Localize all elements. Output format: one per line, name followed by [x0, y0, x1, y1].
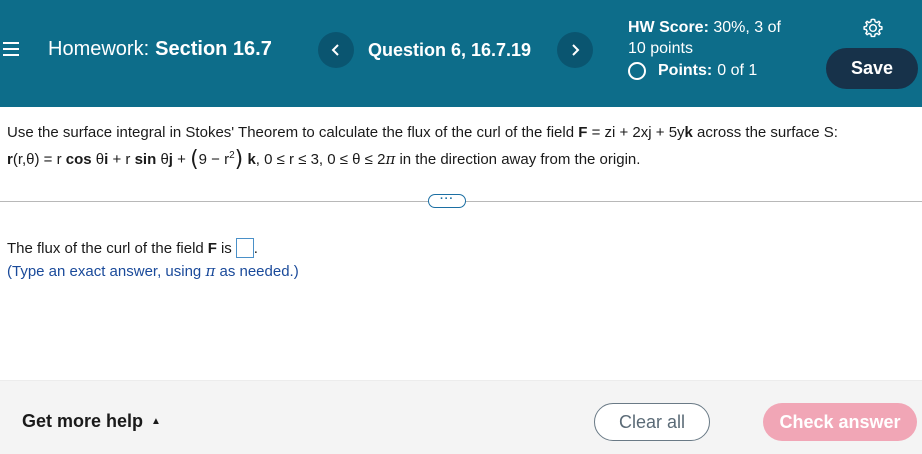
- ellipsis-icon: ···: [440, 192, 454, 205]
- section-name: Section 16.7: [155, 38, 272, 60]
- help-label: Get more help: [22, 411, 144, 431]
- hint-text-1: (Type an exact answer, using: [7, 263, 206, 280]
- pi-symbol: π: [385, 150, 396, 168]
- question-label: Question 6, 16.7.19: [368, 40, 532, 60]
- question-text: Use the surface integral in Stokes' Theo…: [7, 121, 917, 171]
- hw-score: HW Score: 30%, 3 of 10 points: [628, 17, 781, 59]
- hw-score-label: HW Score:: [628, 19, 709, 36]
- theta-1: θ: [91, 151, 105, 168]
- unit-k: k: [247, 151, 256, 168]
- caret-up-icon: ▲: [151, 416, 161, 427]
- field-expression: = zi + 2xj + 5y: [587, 124, 685, 141]
- paren-close: ): [234, 147, 244, 172]
- surface-args: (r,θ) = r: [12, 151, 66, 168]
- sin-text: sin: [134, 151, 157, 168]
- top-bar: Homework: Section 16.7 Question 6, 16.7.1…: [0, 0, 922, 107]
- question-intro-end: across the surface S:: [692, 124, 838, 141]
- bounds-text: , 0 ≤ r ≤ 3, 0 ≤ θ ≤ 2: [255, 151, 386, 168]
- answer-line: The flux of the curl of the field F is .: [7, 238, 258, 258]
- get-more-help-button[interactable]: Get more help ▲: [22, 411, 161, 432]
- points-label: Points:: [658, 62, 713, 79]
- points-value: 0 of 1: [717, 62, 758, 79]
- plus-sign: +: [172, 151, 191, 168]
- answer-prefix: The flux of the curl of the field: [7, 239, 204, 257]
- save-button[interactable]: Save: [826, 48, 918, 89]
- points-status-icon: [628, 62, 646, 80]
- answer-field-symbol: F: [207, 239, 217, 257]
- hamburger-menu-icon[interactable]: [3, 42, 19, 57]
- question-line-1: Use the surface integral in Stokes' Theo…: [7, 121, 917, 144]
- answer-period: .: [253, 239, 258, 257]
- hint-text-2: as needed.): [215, 263, 299, 280]
- homework-label: Homework:: [48, 38, 150, 60]
- chevron-left-icon: [331, 44, 339, 56]
- chevron-right-icon: [572, 44, 580, 56]
- field-k: k: [684, 124, 693, 141]
- footer-bar: Get more help ▲ Clear all Check answer: [0, 380, 922, 454]
- hw-score-line1: 30%, 3 of: [713, 19, 781, 36]
- cos-text: cos: [65, 151, 92, 168]
- question-line-2: r(r,θ) = r cos θi + r sin θj + (9 − r2) …: [7, 144, 917, 171]
- answer-hint: (Type an exact answer, using π as needed…: [7, 262, 299, 280]
- theta-2: θ: [156, 151, 169, 168]
- gear-icon[interactable]: [862, 17, 884, 39]
- next-question-button[interactable]: [557, 32, 593, 68]
- expand-more-button[interactable]: ···: [428, 192, 466, 208]
- paren-open: (: [190, 147, 199, 172]
- points-row: Points: 0 of 1: [628, 62, 757, 80]
- check-answer-button[interactable]: Check answer: [763, 403, 917, 441]
- nine-minus-r: 9 − r: [198, 151, 230, 168]
- plus-r: + r: [108, 151, 135, 168]
- clear-all-button[interactable]: Clear all: [594, 403, 710, 441]
- previous-question-button[interactable]: [318, 32, 354, 68]
- homework-title: Homework: Section 16.7: [48, 38, 272, 61]
- hint-pi: π: [205, 262, 216, 280]
- direction-text: in the direction away from the origin.: [395, 151, 641, 168]
- hw-score-line2: 10 points: [628, 40, 693, 57]
- answer-is: is: [220, 239, 232, 257]
- answer-input[interactable]: [235, 238, 254, 258]
- question-intro: Use the surface integral in Stokes' Theo…: [7, 124, 579, 141]
